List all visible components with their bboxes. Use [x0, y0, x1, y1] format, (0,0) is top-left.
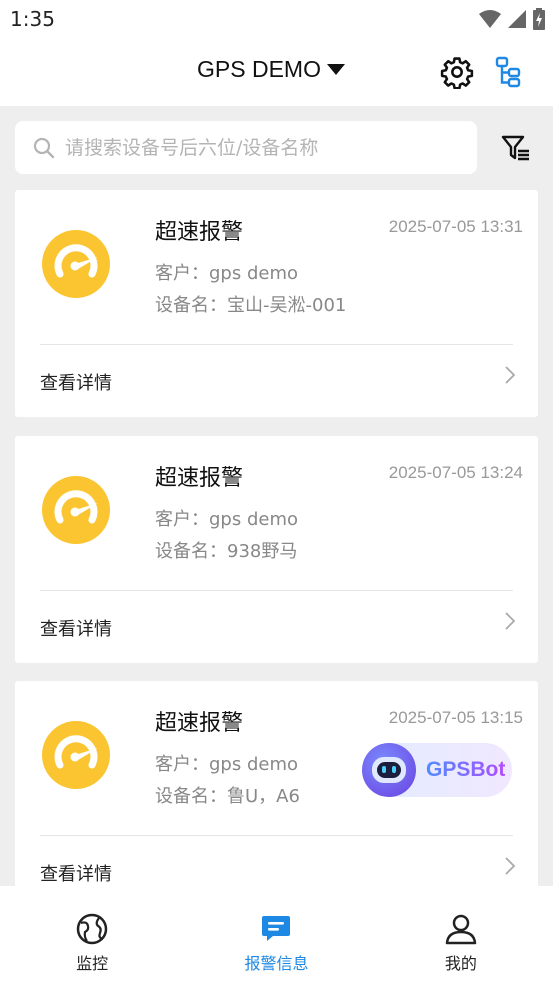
gpsbot-button[interactable]: GPSBot — [362, 743, 512, 797]
alert-customer: 客户：gps demo — [155, 509, 298, 530]
search-area — [0, 106, 553, 190]
status-icons — [479, 8, 545, 30]
settings-button[interactable] — [439, 54, 475, 90]
filter-button[interactable] — [498, 130, 534, 166]
search-icon — [33, 137, 55, 158]
speedometer-icon — [42, 230, 110, 298]
view-details-label: 查看详情 — [40, 864, 112, 885]
alert-customer: 客户：gps demo — [155, 263, 298, 284]
alert-time: 2025-07-05 13:15 — [388, 708, 523, 727]
view-details-button[interactable]: 查看详情 — [15, 345, 538, 417]
message-icon — [262, 916, 291, 941]
nav-label: 报警信息 — [244, 954, 309, 973]
alert-customer: 客户：gps demo — [155, 754, 298, 775]
caret-down-icon — [326, 63, 345, 75]
bottom-nav: 监控 报警信息 我的 — [0, 886, 553, 983]
filter-icon — [501, 135, 529, 161]
alert-time: 2025-07-05 13:24 — [388, 463, 523, 482]
nav-tab-monitor[interactable]: 监控 — [0, 886, 184, 983]
view-details-label: 查看详情 — [40, 619, 112, 640]
battery-icon — [533, 8, 545, 30]
search-input[interactable] — [65, 136, 455, 159]
alert-title: 超速报警 — [155, 711, 244, 736]
globe-icon — [76, 913, 108, 945]
view-details-label: 查看详情 — [40, 373, 112, 394]
gear-icon — [440, 57, 474, 89]
alert-time: 2025-07-05 13:31 — [388, 217, 523, 236]
account-dropdown[interactable]: GPS DEMO — [197, 56, 345, 83]
chevron-right-icon — [505, 612, 516, 630]
tree-structure-icon — [495, 56, 521, 88]
chevron-right-icon — [505, 366, 516, 384]
chevron-right-icon — [505, 857, 516, 875]
speedometer-icon — [42, 476, 110, 544]
search-box[interactable] — [15, 121, 477, 174]
signal-icon — [508, 10, 526, 28]
alert-title: 超速报警 — [155, 466, 244, 491]
nav-label: 监控 — [76, 954, 109, 973]
status-bar: 1:35 — [0, 0, 553, 40]
gpsbot-label: GPSBot — [426, 758, 506, 781]
view-details-button[interactable]: 查看详情 — [15, 591, 538, 663]
alert-device: 设备名：宝山-吴淞-001 — [155, 295, 347, 316]
person-icon — [445, 914, 477, 945]
header-title: GPS DEMO — [197, 56, 321, 82]
app-header: GPS DEMO — [0, 40, 553, 106]
nav-tab-profile[interactable]: 我的 — [369, 886, 553, 983]
robot-icon — [362, 743, 416, 797]
alert-card[interactable]: 超速报警 2025-07-05 13:31 客户：gps demo 设备名：宝山… — [15, 190, 538, 417]
nav-label: 我的 — [444, 954, 477, 973]
alert-device: 设备名：鲁U，A6 — [155, 786, 300, 807]
alert-device: 设备名：938野马 — [155, 541, 298, 562]
status-time: 1:35 — [10, 7, 55, 31]
alert-title: 超速报警 — [155, 220, 244, 245]
org-tree-button[interactable] — [490, 54, 526, 90]
speedometer-icon — [42, 721, 110, 789]
nav-tab-alerts[interactable]: 报警信息 — [184, 886, 368, 983]
wifi-icon — [479, 10, 501, 28]
alert-card[interactable]: 超速报警 2025-07-05 13:24 客户：gps demo 设备名：93… — [15, 436, 538, 663]
